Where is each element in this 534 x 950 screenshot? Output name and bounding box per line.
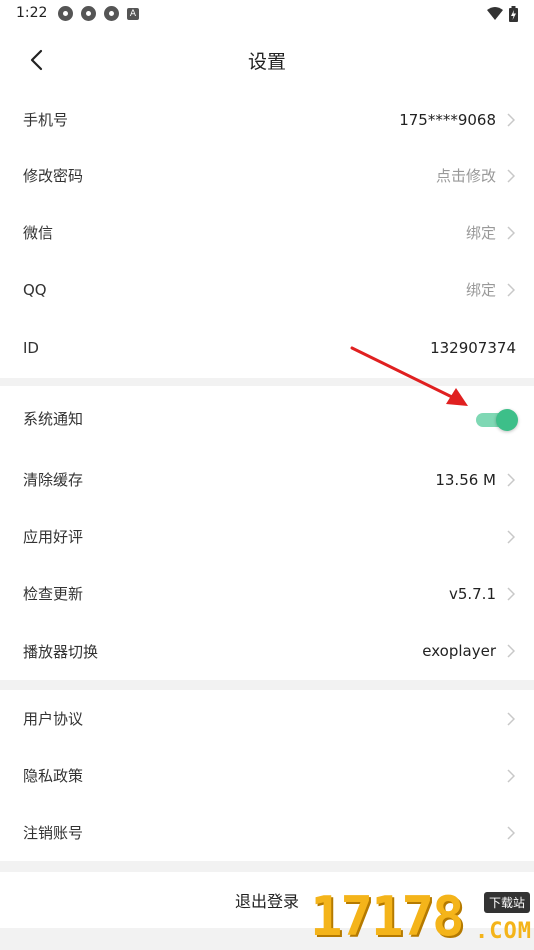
row-label: 修改密码: [23, 167, 84, 185]
nav-bar: 设置: [0, 28, 534, 92]
notification-icon: [58, 6, 73, 21]
settings-row-check-update[interactable]: 检查更新 v5.7.1: [0, 565, 534, 622]
row-label: 用户协议: [23, 710, 84, 728]
chevron-right-icon: [506, 529, 516, 544]
watermark-tag: 下载站: [483, 892, 530, 913]
notification-toggle[interactable]: [476, 408, 518, 431]
page-title: 设置: [247, 51, 286, 73]
notification-icon: [104, 6, 119, 21]
settings-row-wechat[interactable]: 微信 绑定: [0, 204, 534, 261]
chevron-right-icon: [506, 282, 516, 297]
chevron-right-icon: [506, 225, 516, 240]
chevron-right-icon: [506, 472, 516, 487]
settings-row-phone[interactable]: 手机号 175****9068: [0, 92, 534, 147]
row-label: 隐私政策: [23, 767, 84, 785]
status-bar: 1:22 A: [0, 0, 534, 28]
app-settings-group: 系统通知 清除缓存 13.56 M 应用好评 检查更新 v5.7.1 播放器切换…: [0, 386, 534, 680]
row-value: 绑定: [465, 281, 496, 299]
a-icon: A: [127, 7, 139, 20]
row-label: 注销账号: [23, 824, 84, 842]
status-notification-icons: A: [58, 6, 139, 21]
chevron-right-icon: [506, 711, 516, 726]
row-label: 清除缓存: [23, 471, 84, 489]
status-system-icons: [487, 6, 518, 22]
site-watermark: 17178 下载站 .COM: [310, 884, 534, 950]
settings-row-clear-cache[interactable]: 清除缓存 13.56 M: [0, 451, 534, 508]
chevron-right-icon: [506, 644, 516, 658]
chevron-right-icon: [506, 112, 516, 127]
settings-row-privacy-policy[interactable]: 隐私政策: [0, 747, 534, 804]
row-value: 13.56 M: [435, 470, 496, 489]
row-value: 绑定: [465, 224, 496, 242]
row-label: 播放器切换: [23, 642, 99, 661]
battery-icon: [509, 6, 518, 22]
row-label: 微信: [23, 224, 54, 242]
legal-settings-group: 用户协议 隐私政策 注销账号: [0, 690, 534, 861]
chevron-right-icon: [506, 825, 516, 840]
settings-row-player-switch[interactable]: 播放器切换 exoplayer: [0, 622, 534, 680]
chevron-right-icon: [506, 768, 516, 783]
row-label: 应用好评: [23, 528, 84, 546]
account-settings-group: 手机号 175****9068 修改密码 点击修改 微信 绑定 QQ 绑定 ID…: [0, 92, 534, 378]
row-value: 175****9068: [399, 110, 496, 129]
row-label: 手机号: [23, 111, 69, 129]
row-value: 点击修改: [435, 167, 496, 185]
settings-row-user-agreement[interactable]: 用户协议: [0, 690, 534, 747]
watermark-digits: 17178: [310, 885, 465, 948]
toggle-knob: [496, 408, 518, 431]
watermark-domain: .COM: [475, 919, 532, 944]
row-label: 检查更新: [23, 585, 84, 603]
row-value: v5.7.1: [448, 584, 496, 603]
chevron-right-icon: [506, 586, 516, 601]
settings-row-qq[interactable]: QQ 绑定: [0, 261, 534, 318]
logout-label: 退出登录: [234, 892, 299, 911]
settings-row-delete-account[interactable]: 注销账号: [0, 804, 534, 861]
row-value: exoplayer: [422, 642, 496, 660]
notification-icon: [81, 6, 96, 21]
wifi-icon: [487, 7, 503, 20]
annotation-arrow-icon: [350, 346, 468, 406]
status-time: 1:22: [16, 5, 48, 21]
row-label: QQ: [23, 280, 47, 299]
chevron-right-icon: [506, 168, 516, 183]
settings-row-rate-app[interactable]: 应用好评: [0, 508, 534, 565]
settings-row-change-password[interactable]: 修改密码 点击修改: [0, 147, 534, 204]
